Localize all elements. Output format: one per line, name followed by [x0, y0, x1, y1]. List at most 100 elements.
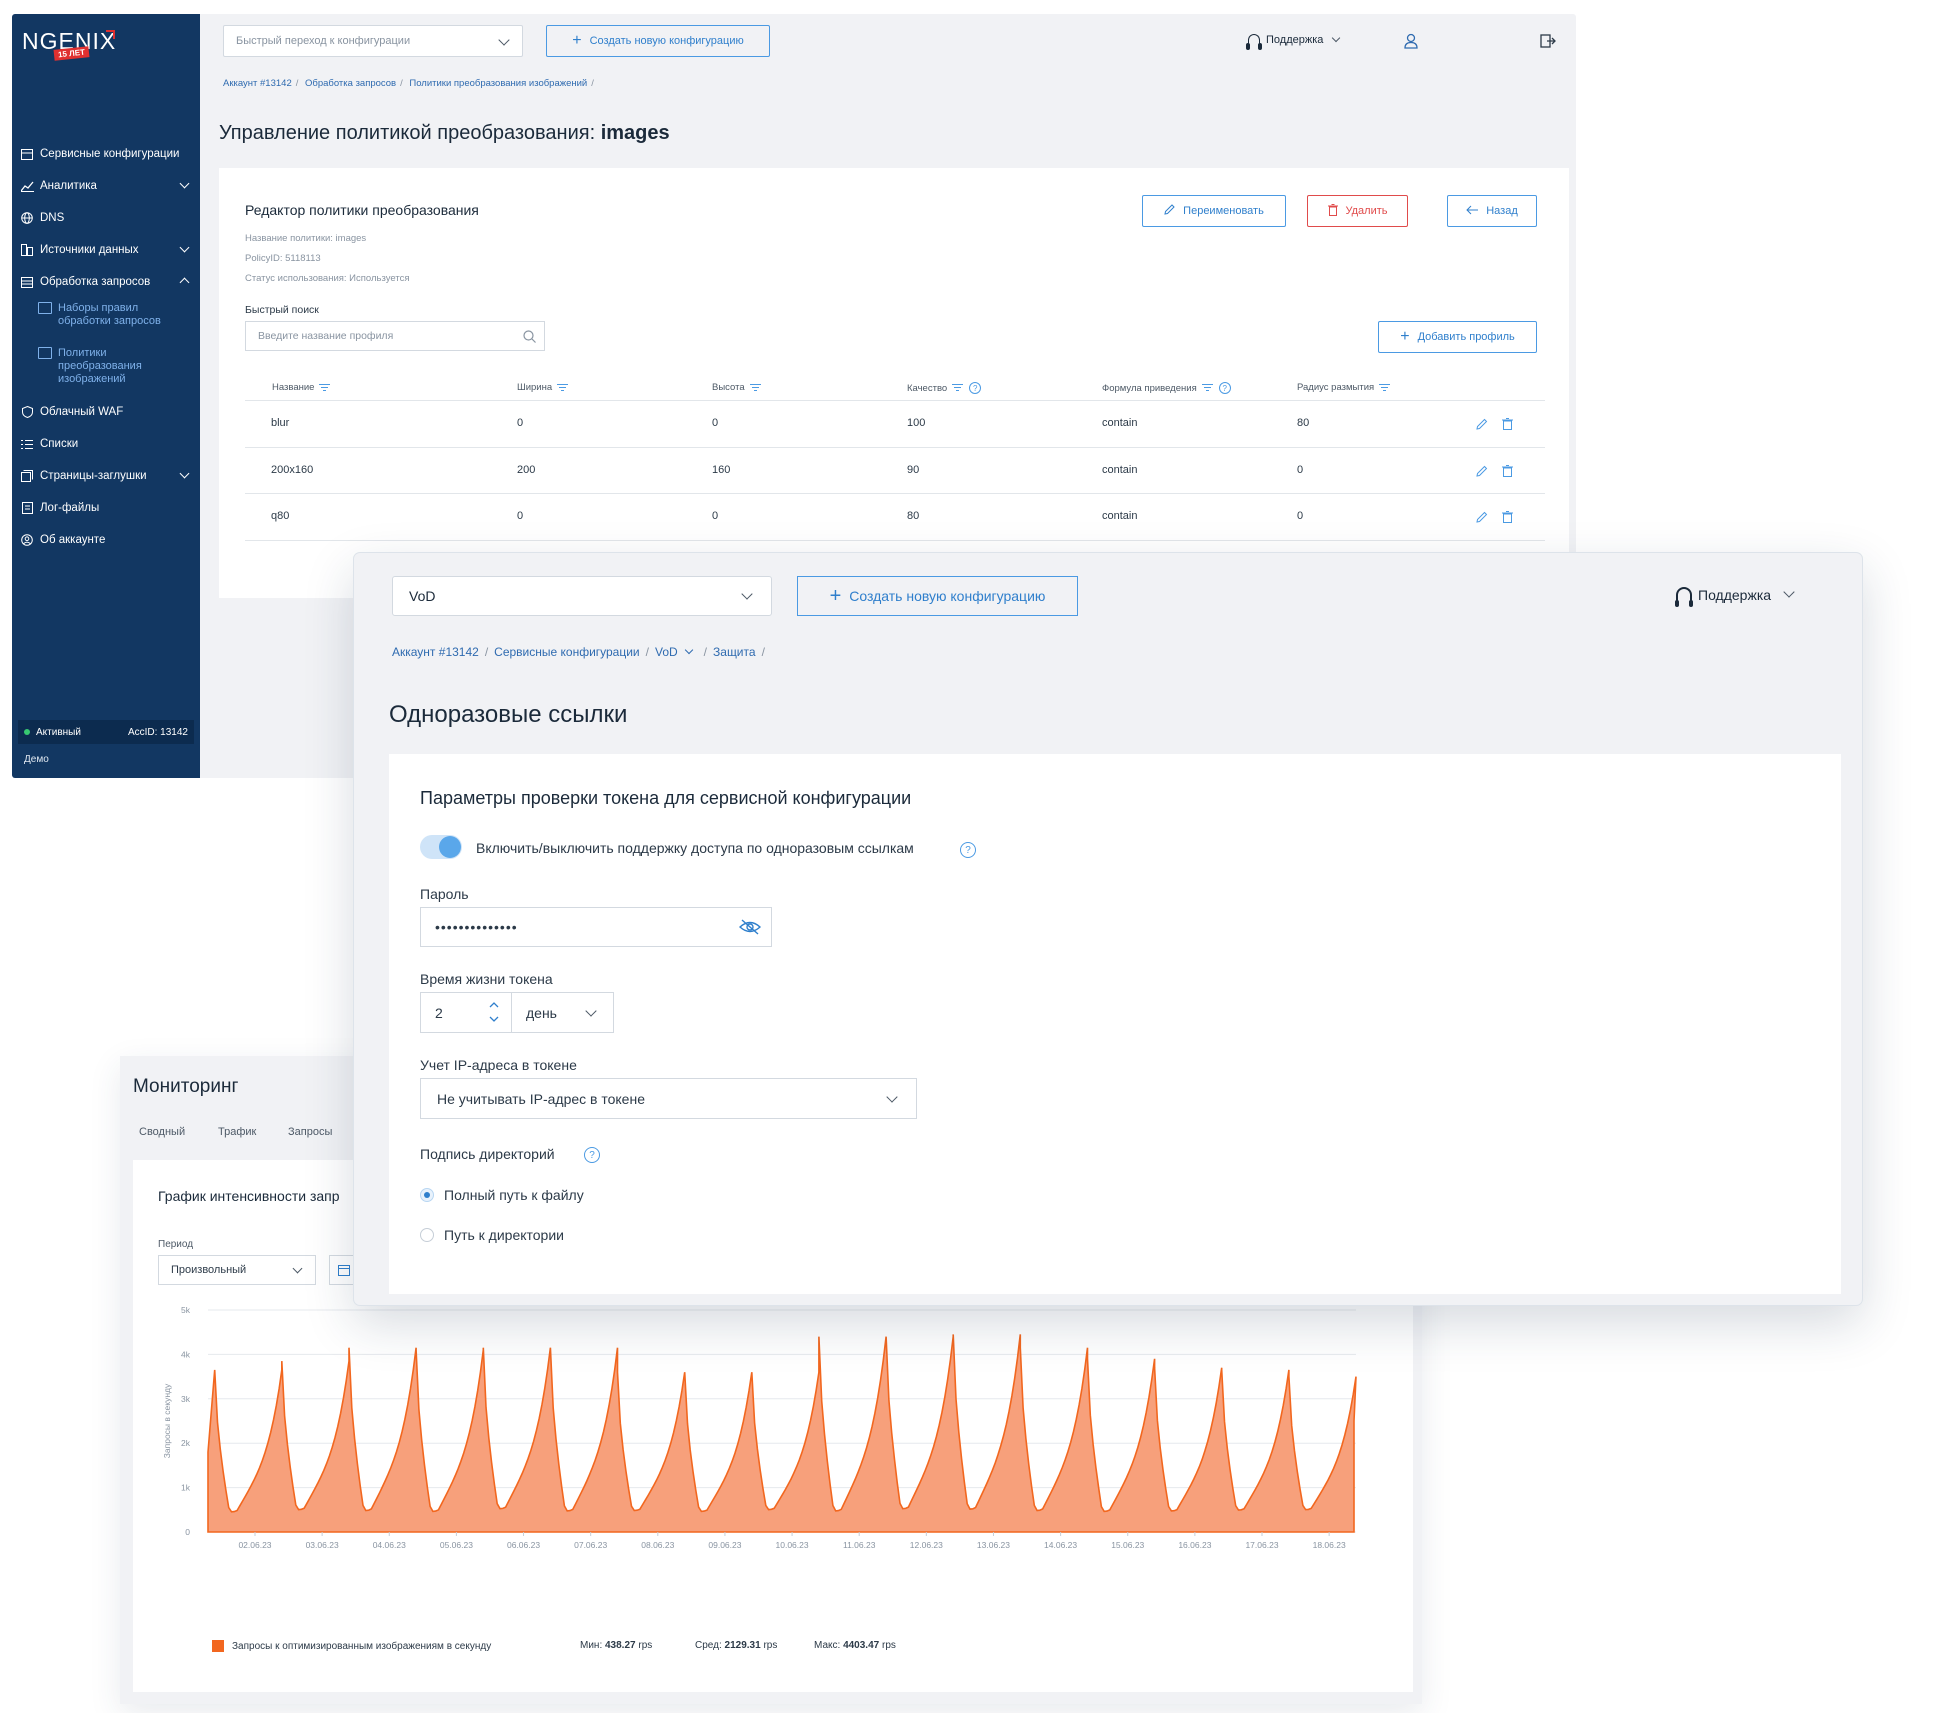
column-label: Формула приведения [1102, 382, 1197, 394]
policy-id-meta: PolicyID: 5118113 [245, 253, 321, 264]
edit-icon[interactable] [1476, 464, 1488, 482]
page-title-policy-name: images [600, 122, 670, 144]
column-header-width[interactable]: Ширина [517, 382, 569, 393]
x-tick-label: 05.06.23 [440, 1540, 473, 1550]
cell-blur: 0 [1297, 510, 1304, 522]
breadcrumb: Аккаунт #13142/ Обработка запросов / Поли… [223, 78, 594, 89]
back-button[interactable]: Назад [1447, 195, 1537, 227]
sidebar-subitem-rulesets[interactable]: Наборы правил обработки запросов [38, 302, 188, 328]
create-config-button[interactable]: + Создать новую конфигурацию [797, 576, 1078, 616]
tab-requests[interactable]: Запросы [288, 1126, 332, 1138]
sidebar-item-request-processing[interactable]: Обработка запросов [20, 270, 192, 294]
radio-full-path[interactable]: Полный путь к файлу [420, 1187, 584, 1203]
ttl-unit-value: день [526, 1004, 557, 1021]
trash-icon[interactable] [1502, 417, 1513, 435]
support-label: Поддержка [1266, 34, 1324, 46]
edit-icon[interactable] [1476, 510, 1488, 528]
monitoring-title: Мониторинг [133, 1076, 239, 1097]
column-label: Ширина [517, 382, 553, 393]
chevron-down-icon[interactable] [684, 645, 693, 655]
onetime-links-toggle[interactable] [420, 835, 462, 859]
add-profile-button[interactable]: + Добавить профиль [1378, 321, 1537, 353]
sidebar-item-lists[interactable]: Списки [20, 432, 192, 456]
password-label: Пароль [420, 886, 469, 902]
trash-icon[interactable] [1502, 510, 1513, 528]
edit-icon[interactable] [1476, 417, 1488, 435]
profile-search-input[interactable]: Введите название профиля [245, 321, 545, 351]
sidebar-item-dns[interactable]: DNS [20, 206, 192, 230]
sidebar-item-account[interactable]: Об аккаунте [20, 528, 192, 552]
help-icon[interactable]: ? [584, 1147, 600, 1163]
breadcrumb-item[interactable]: VoD [655, 645, 678, 659]
create-config-button[interactable]: + Создать новую конфигурацию [546, 25, 770, 57]
period-select[interactable]: Произвольный [158, 1255, 316, 1285]
pencil-icon [1164, 204, 1175, 218]
sidebar-item-service-configs[interactable]: Сервисные конфигурации [20, 142, 192, 166]
radio-unselected-icon[interactable] [420, 1228, 434, 1242]
user-icon[interactable] [1404, 33, 1418, 54]
support-menu[interactable]: Поддержка [1246, 33, 1341, 50]
breadcrumb-item[interactable]: Аккаунт #13142 [392, 645, 479, 659]
ip-mode-select[interactable]: Не учитывать IP-адрес в токене [420, 1078, 917, 1119]
help-icon[interactable]: ? [1218, 382, 1231, 394]
sidebar-item-logs[interactable]: Лог-файлы [20, 496, 192, 520]
breadcrumb-item[interactable]: Аккаунт #13142 [223, 78, 292, 89]
filter-icon[interactable] [749, 383, 761, 392]
page-title: Управление политикой преобразования: ima… [219, 122, 670, 145]
delete-button[interactable]: Удалить [1307, 195, 1408, 227]
column-header-height[interactable]: Высота [712, 382, 761, 393]
sidebar-item-waf[interactable]: Облачный WAF [20, 400, 192, 424]
radio-selected-icon[interactable] [420, 1188, 434, 1202]
status-dot-icon [24, 729, 30, 735]
cell-width: 200 [517, 464, 536, 476]
filter-icon[interactable] [1201, 384, 1213, 392]
filter-icon[interactable] [557, 383, 569, 392]
tab-summary[interactable]: Сводный [139, 1126, 185, 1138]
ip-mode-value: Не учитывать IP-адрес в токене [437, 1090, 645, 1107]
password-input[interactable]: •••••••••••••• [420, 907, 772, 947]
help-icon[interactable]: ? [960, 842, 976, 858]
trash-icon[interactable] [1502, 464, 1513, 482]
column-header-quality[interactable]: Качество? [907, 382, 982, 394]
sidebar-item-sources[interactable]: Источники данных [20, 238, 192, 262]
config-select[interactable]: VoD [392, 576, 772, 616]
column-header-fit[interactable]: Формула приведения? [1102, 382, 1231, 394]
tab-traffic[interactable]: Трафик [218, 1126, 256, 1138]
x-tick-label: 03.06.23 [306, 1540, 339, 1550]
usage-status-meta: Статус использования: Используется [245, 273, 410, 284]
cell-name: q80 [271, 510, 290, 522]
filter-icon[interactable] [319, 383, 331, 392]
y-axis-label: Запросы в секунду [162, 1383, 172, 1458]
chevron-down-icon [585, 1005, 597, 1017]
stat-unit: rps [882, 1640, 896, 1651]
logo-mark-icon [106, 30, 115, 39]
help-icon[interactable]: ? [969, 382, 982, 394]
column-header-name[interactable]: Название [272, 382, 331, 393]
radio-dir-path[interactable]: Путь к директории [420, 1227, 564, 1243]
ttl-unit-select[interactable]: день [511, 992, 614, 1033]
create-config-label: Создать новую конфигурацию [589, 35, 744, 47]
breadcrumb-item[interactable]: Сервисные конфигурации [494, 645, 639, 659]
support-menu[interactable]: Поддержка [1675, 586, 1795, 607]
rename-button[interactable]: Переименовать [1142, 195, 1286, 227]
eye-off-icon[interactable] [738, 919, 762, 938]
cell-fit: contain [1102, 417, 1138, 429]
quick-jump-select[interactable]: Быстрый переход к конфигурации [223, 25, 523, 57]
column-label: Название [272, 382, 315, 393]
filter-icon[interactable] [952, 384, 964, 392]
filter-icon[interactable] [1379, 383, 1391, 392]
plus-icon: + [572, 32, 582, 49]
breadcrumb-item[interactable]: Политики преобразования изображений [409, 78, 587, 89]
sidebar-subitem-image-policies[interactable]: Политики преобразования изображений [38, 347, 188, 386]
sidebar-item-stub-pages[interactable]: Страницы-заглушки [20, 464, 192, 488]
sidebar-item-label: Обработка запросов [40, 276, 151, 288]
breadcrumb-item[interactable]: Обработка запросов [305, 78, 396, 89]
cell-blur: 0 [1297, 464, 1304, 476]
logout-icon[interactable] [1540, 34, 1556, 53]
column-header-blur[interactable]: Радиус размытия [1297, 382, 1391, 393]
sidebar-item-analytics[interactable]: Аналитика [20, 174, 192, 198]
toggle-knob [439, 836, 461, 858]
breadcrumb-item[interactable]: Защита [713, 645, 756, 659]
ttl-number-input[interactable]: 2 [420, 992, 512, 1033]
stepper-icon[interactable] [489, 1001, 499, 1026]
